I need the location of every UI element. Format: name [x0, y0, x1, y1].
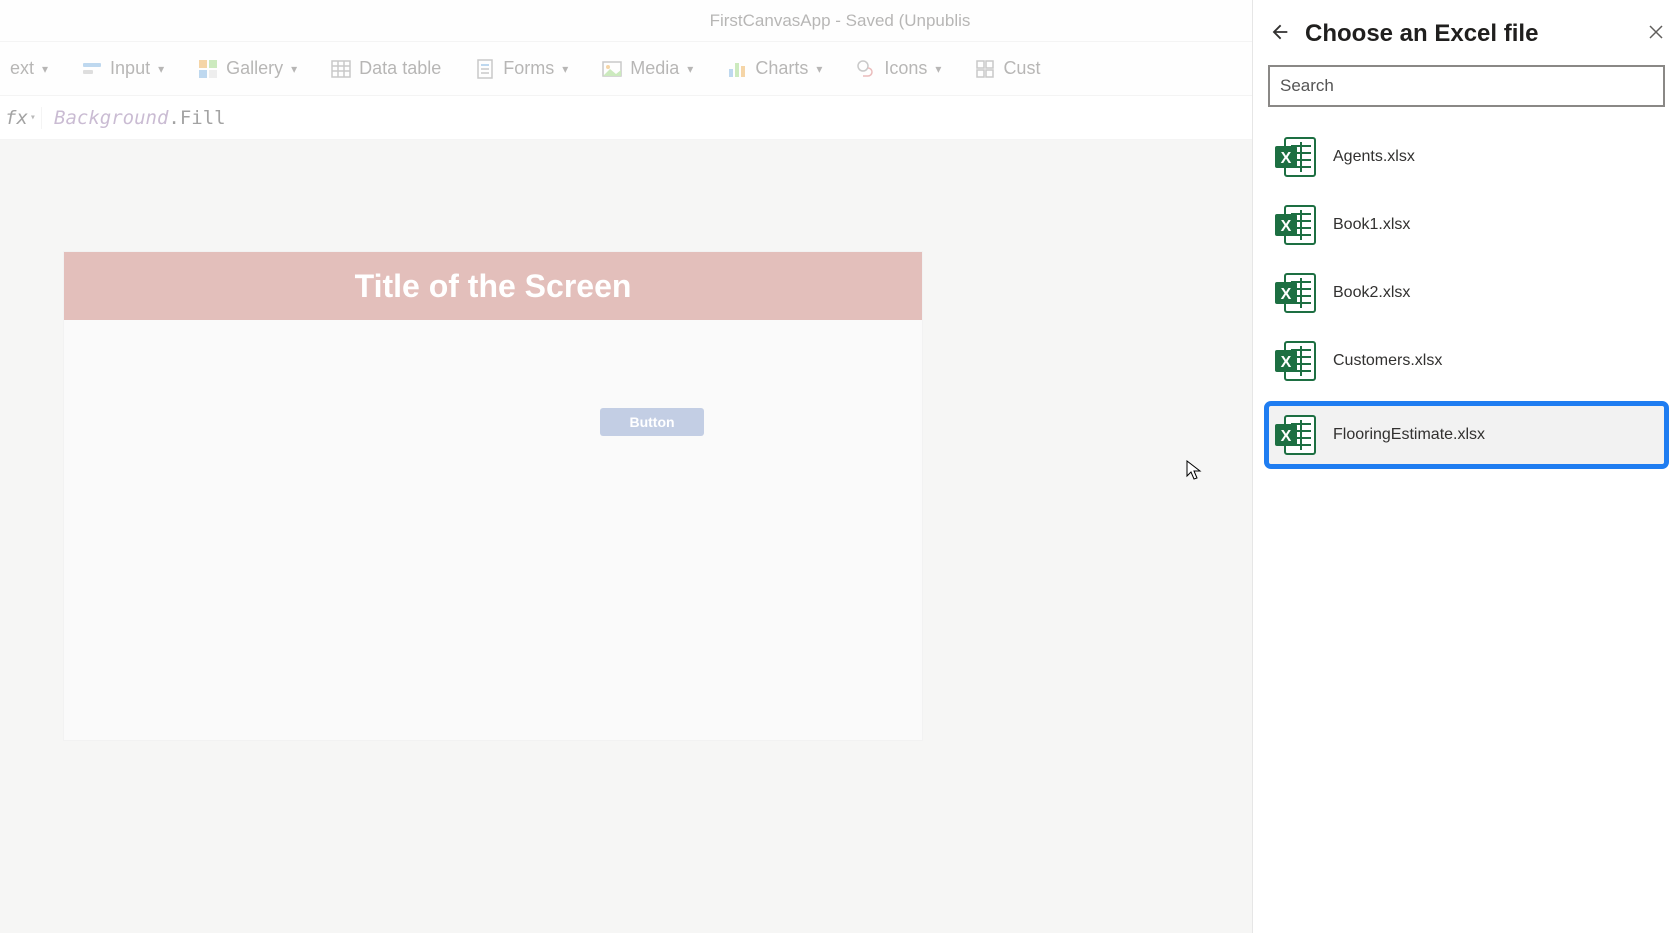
- ribbon-forms[interactable]: Forms ▾: [475, 58, 568, 79]
- excel-file-icon: X: [1273, 338, 1319, 384]
- ribbon-input[interactable]: Input ▾: [82, 58, 164, 79]
- ribbon-icons[interactable]: Icons ▾: [856, 58, 941, 79]
- excel-file-icon: X: [1273, 270, 1319, 316]
- file-item[interactable]: X Agents.xlsx: [1269, 134, 1664, 180]
- ribbon-media[interactable]: Media ▾: [602, 58, 693, 79]
- chevron-down-icon: ▾: [816, 62, 822, 76]
- formula-property: .Fill: [168, 107, 225, 129]
- chevron-down-icon: ▾: [562, 62, 568, 76]
- file-name: Customers.xlsx: [1333, 352, 1442, 370]
- custom-icon: [975, 59, 995, 79]
- file-name: Book1.xlsx: [1333, 216, 1410, 234]
- chevron-down-icon: ▾: [42, 62, 48, 76]
- screen-title-bar[interactable]: Title of the Screen: [64, 252, 922, 320]
- svg-text:X: X: [1281, 150, 1292, 167]
- ribbon-text[interactable]: ext ▾: [10, 58, 48, 79]
- excel-file-icon: X: [1273, 134, 1319, 180]
- fx-label: fx: [5, 107, 28, 129]
- input-icon: [82, 59, 102, 79]
- file-item[interactable]: X FlooringEstimate.xlsx: [1269, 406, 1664, 464]
- file-item[interactable]: X Book1.xlsx: [1269, 202, 1664, 248]
- file-name: Agents.xlsx: [1333, 148, 1415, 166]
- file-item[interactable]: X Customers.xlsx: [1269, 338, 1664, 384]
- ribbon-data-table[interactable]: Data table: [331, 58, 441, 79]
- screen-title-text: Title of the Screen: [355, 268, 632, 305]
- back-button[interactable]: [1269, 21, 1291, 48]
- svg-text:X: X: [1281, 218, 1292, 235]
- ribbon-charts[interactable]: Charts ▾: [727, 58, 822, 79]
- svg-text:X: X: [1281, 428, 1292, 445]
- panel-title: Choose an Excel file: [1305, 20, 1634, 48]
- fx-button[interactable]: fx ▾: [0, 107, 42, 129]
- excel-file-icon: X: [1273, 412, 1319, 458]
- chevron-down-icon: ▾: [935, 62, 941, 76]
- app-title: FirstCanvasApp - Saved (Unpublis: [710, 11, 971, 31]
- formula-object: Background: [54, 107, 168, 129]
- search-input[interactable]: [1269, 66, 1664, 106]
- chevron-down-icon: ▾: [30, 112, 36, 123]
- canvas-button[interactable]: Button: [600, 408, 704, 436]
- excel-file-icon: X: [1273, 202, 1319, 248]
- svg-text:X: X: [1281, 354, 1292, 371]
- charts-icon: [727, 59, 747, 79]
- ribbon-gallery[interactable]: Gallery ▾: [198, 58, 297, 79]
- forms-icon: [475, 59, 495, 79]
- arrow-left-icon: [1269, 21, 1291, 43]
- chevron-down-icon: ▾: [158, 62, 164, 76]
- file-list: X Agents.xlsx X Book1.xlsx X Book2.xlsx …: [1269, 134, 1664, 464]
- close-icon: [1648, 24, 1664, 40]
- chevron-down-icon: ▾: [687, 62, 693, 76]
- ribbon-custom[interactable]: Cust: [975, 58, 1040, 79]
- close-button[interactable]: [1648, 24, 1664, 45]
- svg-text:X: X: [1281, 286, 1292, 303]
- chevron-down-icon: ▾: [291, 62, 297, 76]
- file-item[interactable]: X Book2.xlsx: [1269, 270, 1664, 316]
- excel-file-panel: Choose an Excel file X Agents.xlsx X Boo…: [1252, 0, 1680, 933]
- icons-icon: [856, 59, 876, 79]
- media-icon: [602, 59, 622, 79]
- screen-canvas[interactable]: Title of the Screen Button: [64, 252, 922, 740]
- gallery-icon: [198, 59, 218, 79]
- panel-header: Choose an Excel file: [1269, 14, 1664, 66]
- table-icon: [331, 59, 351, 79]
- file-name: FlooringEstimate.xlsx: [1333, 426, 1485, 444]
- file-name: Book2.xlsx: [1333, 284, 1410, 302]
